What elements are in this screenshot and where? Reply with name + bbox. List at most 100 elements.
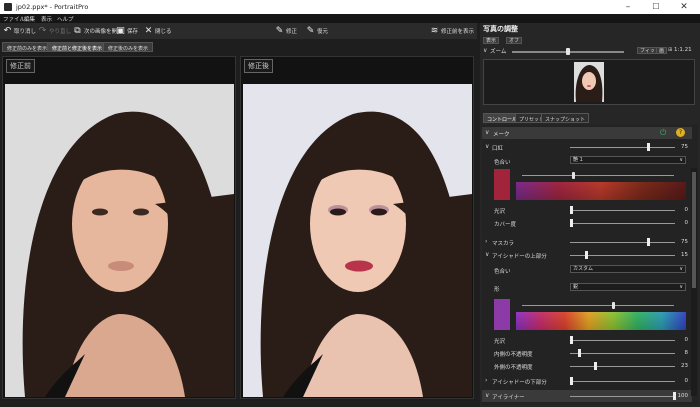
full-button[interactable]: 画 <box>656 47 668 54</box>
lipstick-value: 75 <box>681 144 688 150</box>
off-button[interactable]: オフ <box>506 37 523 44</box>
save-icon: ▣ <box>116 26 125 36</box>
tab-before-only[interactable]: 修正前のみを表示 <box>2 42 53 52</box>
before-photo[interactable] <box>5 84 234 397</box>
power-icon[interactable]: ⏻ <box>660 128 666 138</box>
mascara-slider-thumb[interactable] <box>647 238 651 246</box>
lip-gloss-slider-track[interactable] <box>570 210 675 211</box>
close-label: 閉じる <box>155 29 172 35</box>
outer-opacity-slider-track[interactable] <box>570 366 675 367</box>
adjust-panel-title: 写真の調整 <box>483 25 518 33</box>
lower-eyeshadow-chevron-icon: › <box>485 377 488 384</box>
eyeshadow-gloss-row[interactable]: 光沢 0 <box>482 335 692 345</box>
after-photo[interactable] <box>243 84 472 397</box>
maximize-button[interactable]: ☐ <box>642 0 670 14</box>
lip-color-row: 色合い 艶 1 ∨ <box>482 156 692 166</box>
lipstick-row[interactable]: ∨ 口紅 75 <box>482 142 692 152</box>
lip-coverage-label: カバー度 <box>494 222 517 228</box>
upper-eyeshadow-value: 15 <box>681 252 688 258</box>
inner-opacity-slider-thumb[interactable] <box>578 349 582 357</box>
window-title: jp02.ppx* - PortraitPro <box>16 3 89 11</box>
inner-opacity-slider-track[interactable] <box>570 353 675 354</box>
tab-before-after[interactable]: 修正前と修正後を表示 <box>47 42 108 52</box>
undo-icon: ↶ <box>3 26 12 36</box>
lower-eyeshadow-row[interactable]: › アイシャドーの下部分 0 <box>482 376 692 386</box>
dropdown-chevron-icon: ∨ <box>679 284 683 290</box>
lip-color-picker[interactable] <box>516 182 686 200</box>
makeup-header[interactable]: ∨ メーク ⏻ ? <box>482 127 692 139</box>
toolbar: ↶ 取り消し ↷ やり直し ⧉ 次の画像を開く ▣ 保存 ✕ 閉じる ✎ 修正 ✎ 復元 ≋ 修… <box>0 23 477 39</box>
lipstick-slider-thumb[interactable] <box>647 143 651 151</box>
lip-gloss-row[interactable]: 光沢 0 <box>482 205 692 215</box>
zoom-slider-thumb[interactable] <box>566 48 570 55</box>
correct-brush-button[interactable]: ✎ 修正 <box>275 26 297 36</box>
menu-file[interactable]: ファイル <box>3 15 25 23</box>
eyeshadow-hue-track[interactable] <box>522 305 674 306</box>
adjust-panel: 写真の調整 表示 オフ ∨ ズーム フィット 画 ⊞ 1:1.21 コントロール… <box>480 23 700 407</box>
navigator-thumbnail[interactable] <box>574 62 604 102</box>
mascara-slider-track[interactable] <box>570 242 675 243</box>
lower-eyeshadow-label: アイシャドーの下部分 <box>492 380 547 386</box>
upper-eyeshadow-row[interactable]: ∨ アイシャドーの上部分 15 <box>482 250 692 260</box>
inner-opacity-row[interactable]: 内側の不透明度 8 <box>482 348 692 358</box>
close-button[interactable]: ✕ 閉じる <box>144 26 172 36</box>
lower-eyeshadow-slider-track[interactable] <box>570 381 675 382</box>
ratio-icon: ⊞ <box>668 47 673 53</box>
menu-edit[interactable]: 編集 <box>24 15 35 23</box>
lip-gloss-slider-thumb[interactable] <box>570 206 573 214</box>
dropdown-chevron-icon: ∨ <box>679 157 683 163</box>
undo-label: 取り消し <box>14 29 37 35</box>
menu-help[interactable]: ヘルプ <box>57 15 74 23</box>
lip-color-swatch[interactable] <box>494 169 510 200</box>
upper-eyeshadow-slider-thumb[interactable] <box>585 251 589 259</box>
minimize-button[interactable]: – <box>614 0 642 14</box>
lip-coverage-row[interactable]: カバー度 0 <box>482 218 692 228</box>
outer-opacity-row[interactable]: 外側の不透明度 23 <box>482 361 692 371</box>
upper-eyeshadow-label: アイシャドーの上部分 <box>492 254 547 260</box>
lip-color-select[interactable]: 艶 1 ∨ <box>570 156 686 164</box>
eyeshadow-color-swatch[interactable] <box>494 299 510 330</box>
display-button[interactable]: 表示 <box>483 37 500 44</box>
mascara-row[interactable]: › マスカラ 75 <box>482 237 692 247</box>
outer-opacity-slider-thumb[interactable] <box>593 362 597 370</box>
eyeshadow-color-picker[interactable] <box>516 312 686 330</box>
before-pane[interactable]: 修正前 <box>2 56 236 399</box>
inner-opacity-value: 8 <box>684 350 689 356</box>
lip-hue-track[interactable] <box>522 175 674 176</box>
lip-coverage-slider-track[interactable] <box>570 223 675 224</box>
menu-view[interactable]: 表示 <box>41 15 52 23</box>
tab-snapshots[interactable]: スナップショット <box>541 113 590 123</box>
tab-after-only[interactable]: 修正後のみを表示 <box>103 42 154 52</box>
restore-label: 復元 <box>317 29 329 35</box>
after-label: 修正後 <box>244 59 273 73</box>
undo-button[interactable]: ↶ 取り消し <box>3 26 36 36</box>
close-window-button[interactable]: ✕ <box>670 0 698 14</box>
scrollbar-thumb[interactable] <box>692 172 696 288</box>
help-icon[interactable]: ? <box>676 128 685 137</box>
lip-coverage-value: 0 <box>684 220 689 226</box>
save-button[interactable]: ▣ 保存 <box>116 26 138 36</box>
lipstick-slider-track[interactable] <box>570 147 675 148</box>
navigator[interactable] <box>483 59 695 105</box>
controls-scrollbar[interactable] <box>691 168 697 396</box>
eyeshadow-gloss-value: 0 <box>684 337 689 343</box>
portrait-after-image <box>243 84 472 397</box>
after-pane[interactable]: 修正後 <box>240 56 474 399</box>
lip-coverage-slider-thumb[interactable] <box>570 219 573 227</box>
lip-gloss-value: 0 <box>684 207 689 213</box>
lip-hue-thumb[interactable] <box>572 172 575 179</box>
eyeshadow-shape-select[interactable]: 鋭 ∨ <box>570 283 686 291</box>
eyeliner-row[interactable]: ∨ アイライナー 100 <box>482 390 692 402</box>
eyeliner-slider-track[interactable] <box>570 396 675 397</box>
eyeshadow-hue-thumb[interactable] <box>612 302 615 309</box>
collapse-chevron-icon[interactable]: ∨ <box>483 47 487 54</box>
redo-icon: ↷ <box>38 26 47 36</box>
eyeshadow-color-select[interactable]: カスタム ∨ <box>570 265 686 273</box>
restore-brush-button[interactable]: ✎ 復元 <box>306 26 328 36</box>
eyeshadow-gloss-slider-thumb[interactable] <box>570 336 573 344</box>
redo-button[interactable]: ↷ やり直し <box>38 26 71 36</box>
show-before-button[interactable]: ≋ 修正前を表示 <box>430 26 474 36</box>
eyeshadow-gloss-slider-track[interactable] <box>570 340 675 341</box>
lower-eyeshadow-slider-thumb[interactable] <box>570 377 573 385</box>
portrait-before-image <box>5 84 234 397</box>
